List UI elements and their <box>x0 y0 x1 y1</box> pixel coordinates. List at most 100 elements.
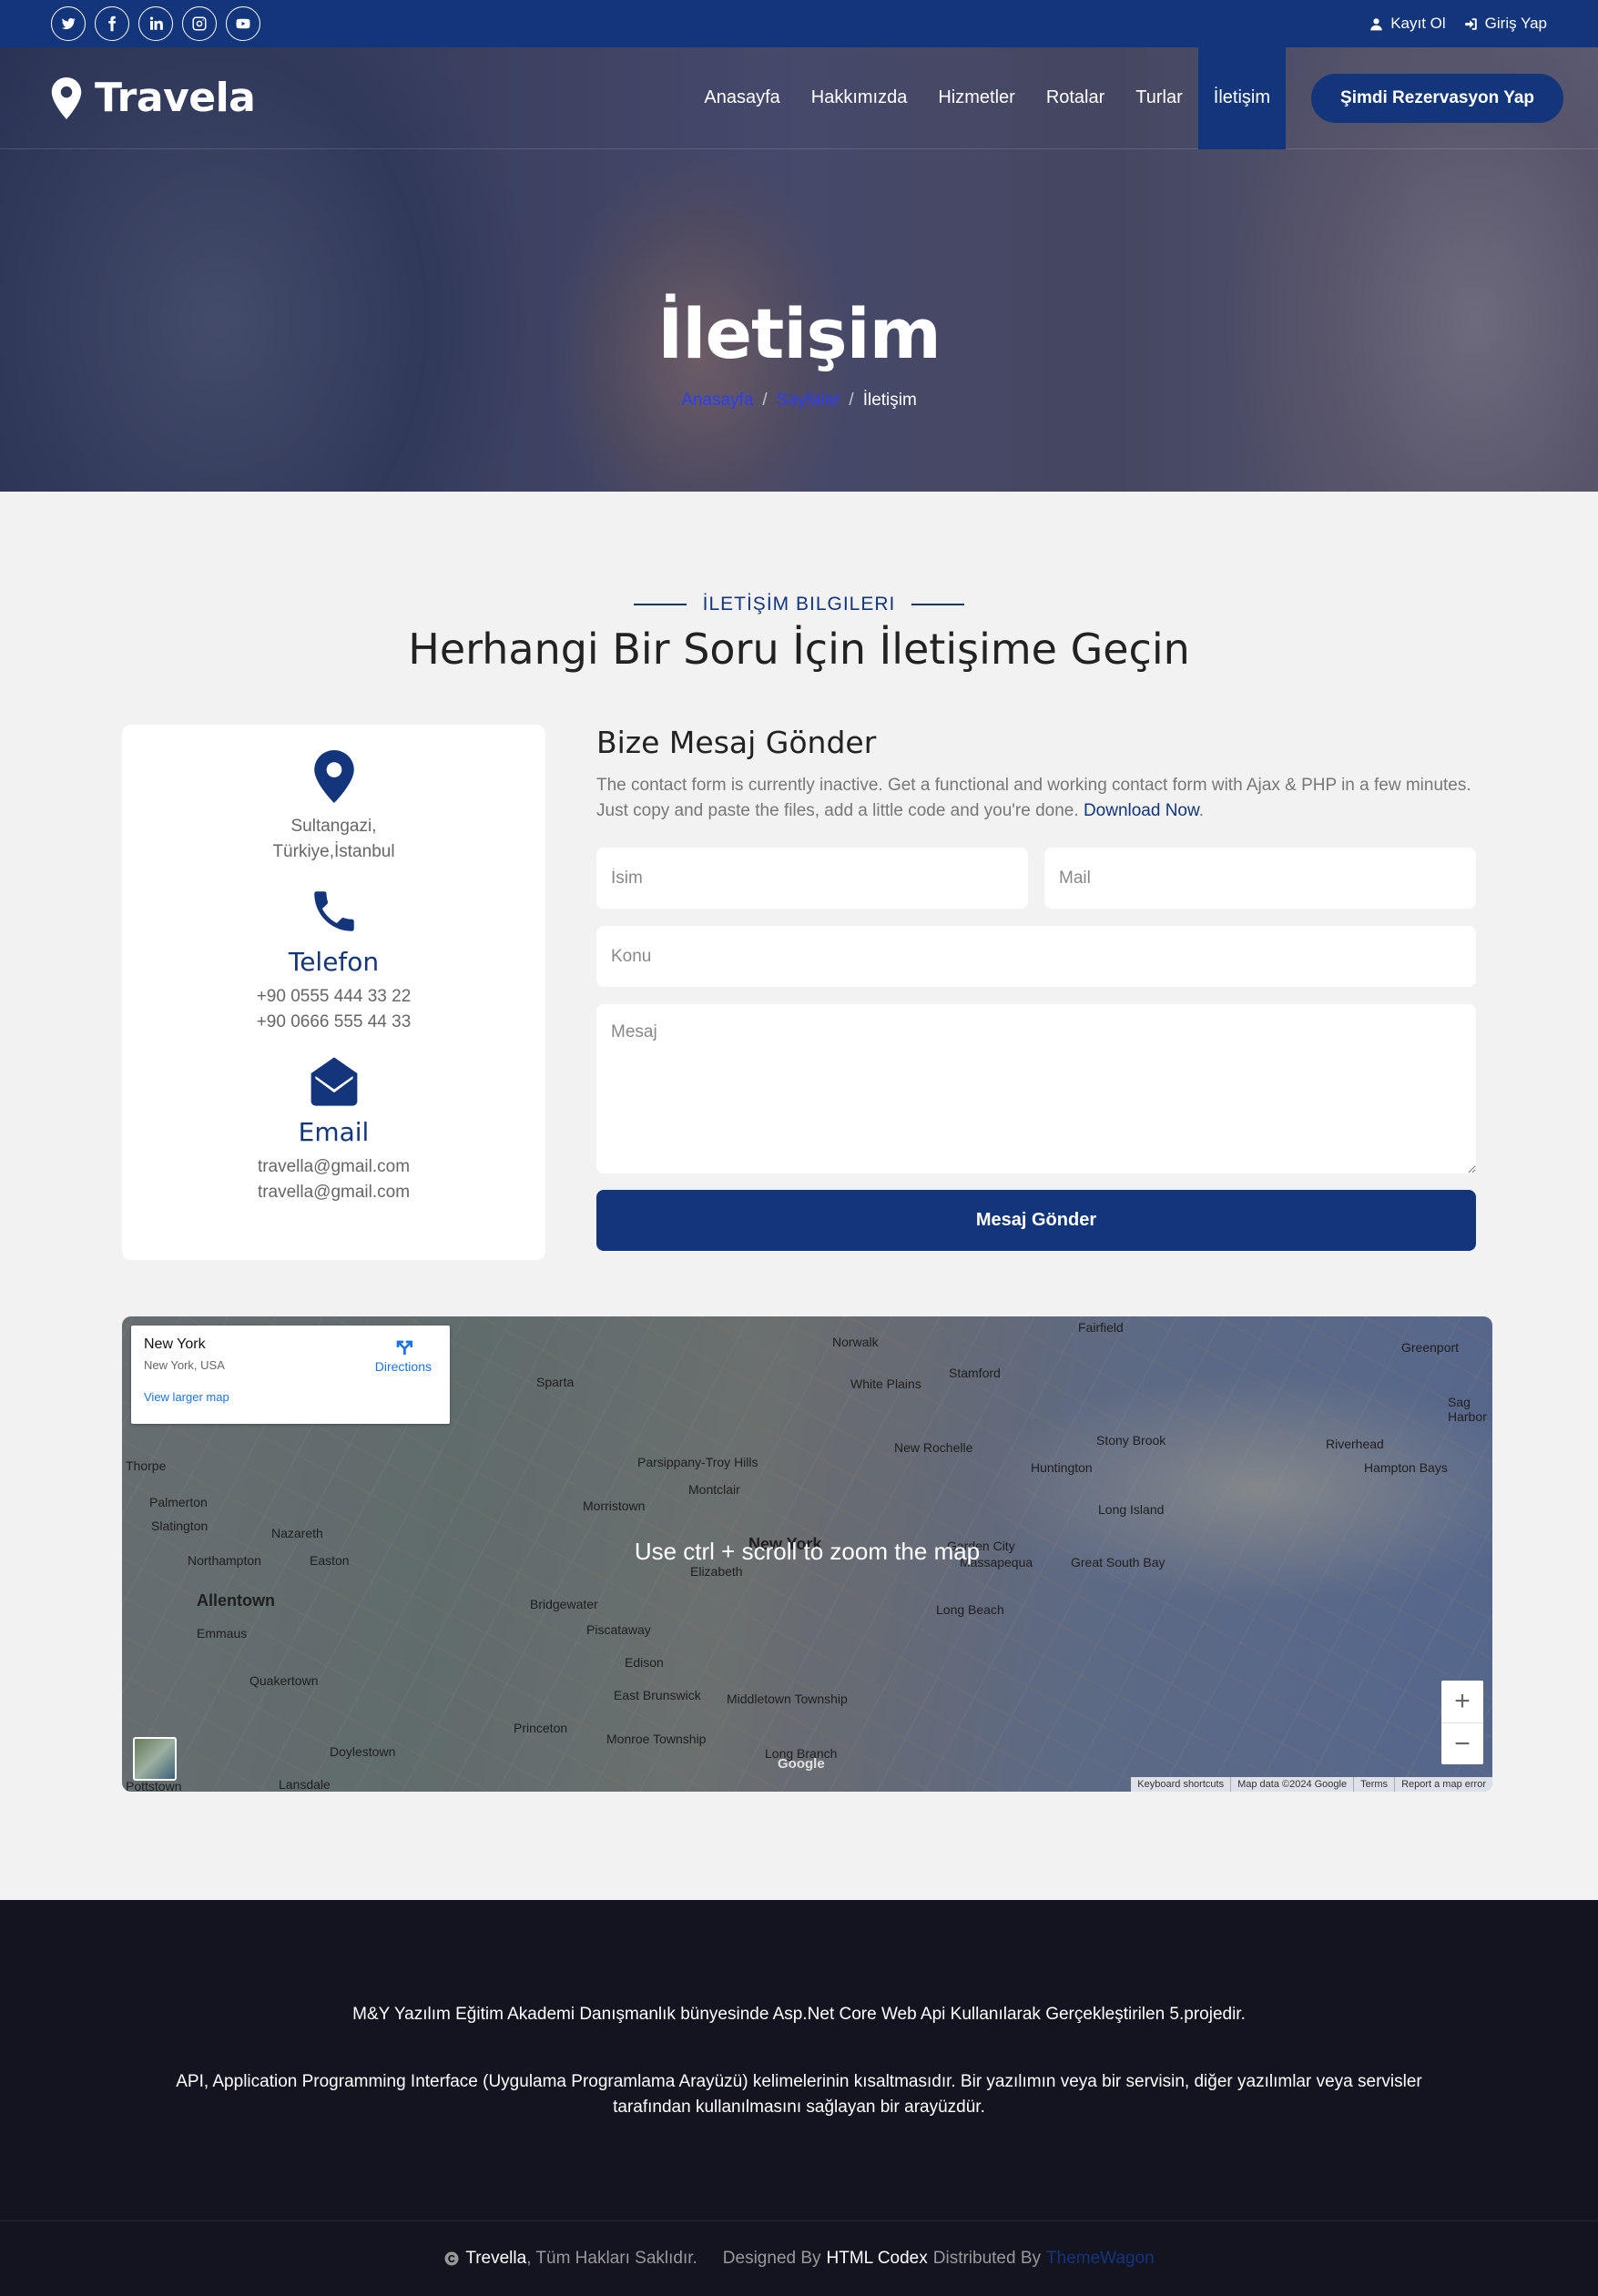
register-link[interactable]: Kayıt Ol <box>1369 15 1446 33</box>
phone-number[interactable]: +90 0555 444 33 22 <box>140 984 527 1010</box>
breadcrumb-pages[interactable]: Sayfalar <box>777 391 840 411</box>
nav-item-hakkimizda[interactable]: Hakkımızda <box>796 47 923 149</box>
designer-link[interactable]: HTML Codex <box>827 2249 928 2269</box>
section-eyebrow: İLETİŞİM BILGILERI <box>633 594 965 615</box>
phone-icon <box>313 891 354 931</box>
email-block: Email travella@gmail.com travella@gmail.… <box>140 1055 527 1205</box>
main-navbar: Travela Anasayfa Hakkımızda Hizmetler Ro… <box>0 47 1598 149</box>
contact-info-card: Sultangazi, Türkiye,İstanbul Telefon +90… <box>122 725 545 1260</box>
footer-main: M&Y Yazılım Eğitim Akademi Danışmanlık b… <box>0 1900 1598 2220</box>
map-place: Riverhead <box>1326 1437 1384 1451</box>
map-place: Monroe Township <box>606 1732 707 1746</box>
facebook-link[interactable] <box>95 6 129 41</box>
phone-number[interactable]: +90 0666 555 44 33 <box>140 1010 527 1035</box>
terms-link[interactable]: Terms <box>1353 1777 1394 1792</box>
mail-input[interactable] <box>1044 848 1476 909</box>
map-place-card: New York New York, USA View larger map D… <box>131 1326 450 1424</box>
nav-item-rotalar[interactable]: Rotalar <box>1031 47 1120 149</box>
eyebrow-line <box>911 604 965 605</box>
send-message-button[interactable]: Mesaj Gönder <box>596 1190 1476 1251</box>
map-place: New Rochelle <box>894 1440 973 1455</box>
directions-button[interactable]: Directions <box>375 1336 432 1374</box>
map-place: Palmerton <box>149 1495 208 1509</box>
map-place: Piscataway <box>586 1622 651 1637</box>
youtube-icon <box>236 18 250 29</box>
section-title: Herhangi Bir Soru İçin İletişime Geçin <box>408 625 1190 674</box>
report-map-error-link[interactable]: Report a map error <box>1394 1777 1492 1792</box>
subject-input[interactable] <box>596 926 1476 987</box>
email-heading: Email <box>298 1117 370 1147</box>
zoom-in-button[interactable]: + <box>1441 1681 1483 1722</box>
map-place: Parsippany-Troy Hills <box>637 1455 758 1469</box>
map-place: Bridgewater <box>530 1597 598 1611</box>
breadcrumb: Anasayfa / Sayfalar / İletişim <box>0 391 1598 411</box>
email-address[interactable]: travella@gmail.com <box>140 1180 527 1205</box>
rights-text: , Tüm Hakları Saklıdır. <box>526 2249 697 2268</box>
message-textarea[interactable] <box>596 1004 1476 1173</box>
eyebrow-line <box>633 604 687 605</box>
nav-item-turlar[interactable]: Turlar <box>1120 47 1197 149</box>
map-zoom-hint: Use ctrl + scroll to zoom the map <box>634 1538 981 1565</box>
form-description: The contact form is currently inactive. … <box>596 773 1476 824</box>
map-place: Montclair <box>688 1482 740 1497</box>
nav-item-iletisim[interactable]: İletişim <box>1197 47 1287 149</box>
zoom-out-button[interactable]: − <box>1441 1722 1483 1764</box>
map-layer-toggle[interactable] <box>133 1737 177 1781</box>
footer-copyright: Trevella , Tüm Hakları Saklıdır. Designe… <box>0 2220 1598 2296</box>
form-description-text: The contact form is currently inactive. … <box>596 776 1471 820</box>
form-title: Bize Mesaj Gönder <box>596 725 877 760</box>
footer-text: M&Y Yazılım Eğitim Akademi Danışmanlık b… <box>352 2005 1246 2024</box>
map-place: Quakertown <box>249 1673 319 1688</box>
user-icon <box>1370 17 1382 30</box>
email-address[interactable]: travella@gmail.com <box>140 1154 527 1180</box>
map-embed[interactable]: Norwalk Fairfield Stamford White Plains … <box>122 1316 1492 1792</box>
footer-text: API, Application Programming Interface (… <box>176 2072 1422 2117</box>
register-label: Kayıt Ol <box>1390 15 1446 32</box>
keyboard-shortcuts-link[interactable]: Keyboard shortcuts <box>1131 1777 1230 1792</box>
map-place: Thorpe <box>126 1458 167 1473</box>
nav-item-hizmetler[interactable]: Hizmetler <box>922 47 1030 149</box>
copyright-icon <box>444 2251 459 2266</box>
login-link[interactable]: Giriş Yap <box>1464 15 1547 33</box>
distributor-link[interactable]: ThemeWagon <box>1046 2249 1155 2269</box>
designed-by-label: Designed By <box>722 2249 821 2268</box>
download-now-link[interactable]: Download Now <box>1084 801 1199 820</box>
map-marker-icon <box>313 750 354 803</box>
map-place: Doylestown <box>330 1744 396 1759</box>
brand-logo[interactable]: Travela <box>51 75 256 121</box>
eyebrow-text: İLETİŞİM BILGILERI <box>702 594 896 615</box>
breadcrumb-home[interactable]: Anasayfa <box>681 391 753 411</box>
twitter-icon <box>61 17 76 30</box>
map-place: White Plains <box>850 1377 921 1391</box>
instagram-link[interactable] <box>182 6 217 41</box>
section-header: İLETİŞİM BILGILERI Herhangi Bir Soru İçi… <box>0 594 1598 674</box>
map-place: Edison <box>625 1655 664 1670</box>
map-place: Stamford <box>949 1366 1001 1380</box>
distributed-by-label: Distributed By <box>932 2249 1042 2268</box>
nav-item-anasayfa[interactable]: Anasayfa <box>688 47 795 149</box>
view-larger-map-link[interactable]: View larger map <box>144 1390 437 1404</box>
address-block: Sultangazi, Türkiye,İstanbul <box>140 750 527 865</box>
footer-brand-link[interactable]: Trevella <box>465 2249 526 2269</box>
map-data-label: Map data ©2024 Google <box>1230 1777 1353 1792</box>
facebook-icon <box>108 15 117 32</box>
map-marker-icon <box>51 76 82 119</box>
map-attribution: Keyboard shortcuts Map data ©2024 Google… <box>1131 1777 1492 1792</box>
google-logo: Google <box>778 1756 825 1772</box>
book-now-button[interactable]: Şimdi Rezervasyon Yap <box>1311 73 1563 123</box>
hero-banner: Travela Anasayfa Hakkımızda Hizmetler Ro… <box>0 47 1598 492</box>
period: . <box>1198 801 1204 820</box>
map-place: Hampton Bays <box>1364 1460 1448 1475</box>
map-place: Slatington <box>151 1519 209 1533</box>
name-input[interactable] <box>596 848 1028 909</box>
linkedin-link[interactable] <box>138 6 173 41</box>
breadcrumb-current: İletişim <box>862 391 917 410</box>
phone-heading: Telefon <box>288 947 380 977</box>
page-title: İletişim <box>657 293 941 374</box>
youtube-link[interactable] <box>226 6 260 41</box>
twitter-link[interactable] <box>51 6 86 41</box>
map-place: Sag Harbor <box>1448 1395 1487 1424</box>
map-place: Elizabeth <box>690 1564 743 1579</box>
map-place: East Brunswick <box>614 1688 701 1702</box>
map-place: Pottstown <box>126 1779 182 1792</box>
